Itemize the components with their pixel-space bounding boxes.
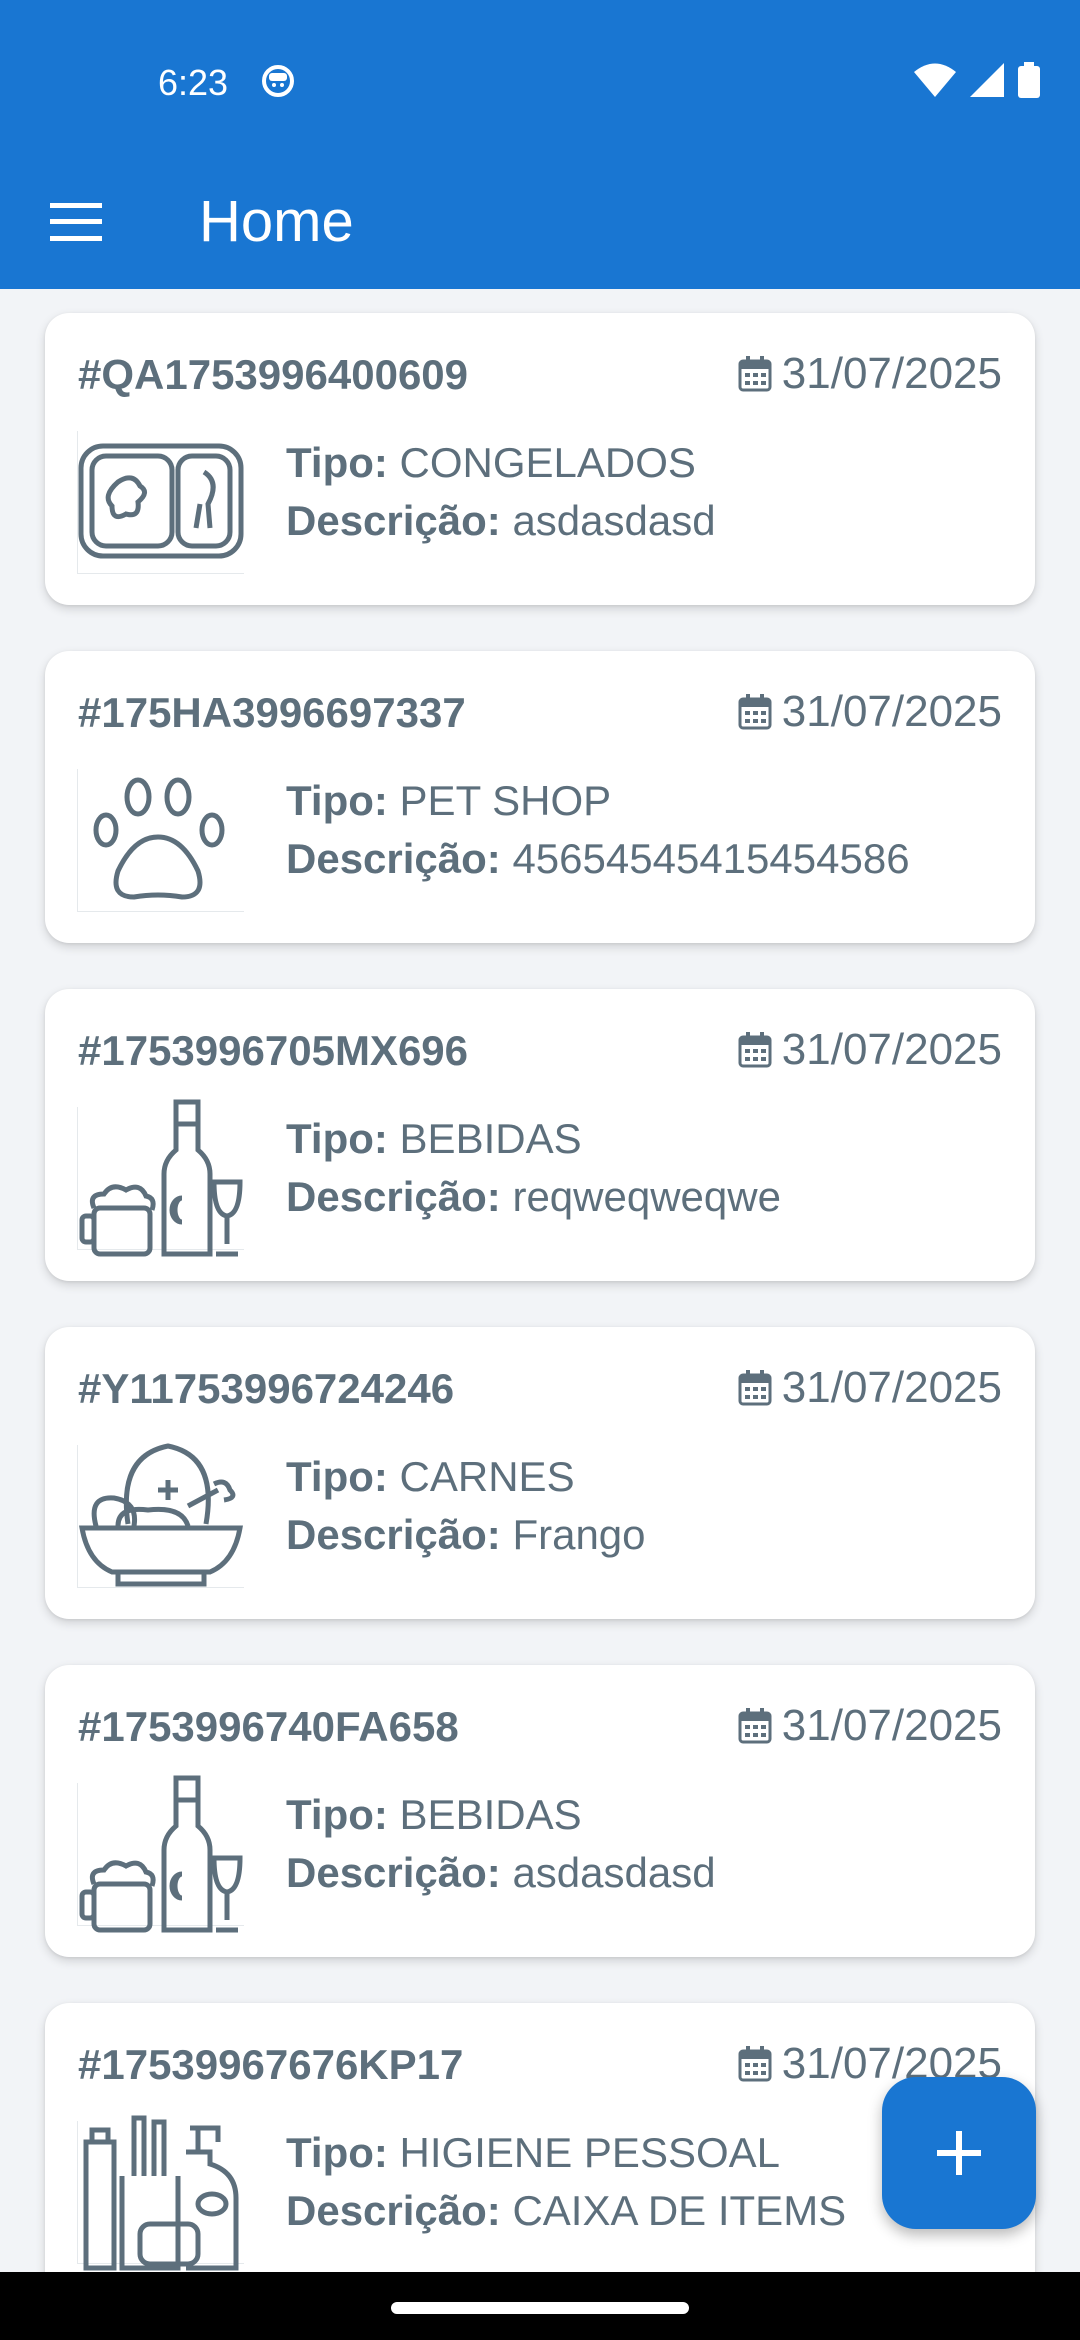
item-thumbnail (77, 769, 244, 912)
item-code: #QA1753996400609 (78, 351, 469, 398)
item-date-text: 31/07/2025 (781, 349, 1002, 398)
item-type-value: CONGELADOS (399, 439, 696, 486)
item-date: 31/07/2025 (738, 1025, 1002, 1075)
item-thumbnail (77, 431, 244, 574)
list-item[interactable]: #175HA3996697337 31/07/2025 Tipo: PET SH… (45, 651, 1035, 943)
item-code: #1753996705MX696 (78, 1027, 469, 1074)
item-type-value: PET SHOP (399, 777, 612, 824)
page-title: Home (199, 189, 354, 254)
item-type: Tipo: PET SHOP (286, 777, 612, 824)
app-bar: 6:23 Home (0, 0, 1080, 289)
item-description: Descrição: Frango (286, 1511, 646, 1558)
toolbar: Home (0, 170, 1080, 289)
item-type-value: BEBIDAS (399, 1115, 582, 1162)
home-gesture-handle[interactable] (391, 2302, 689, 2314)
item-thumbnail (77, 1775, 244, 1933)
item-type: Tipo: CONGELADOS (286, 439, 696, 486)
item-thumbnail (77, 1099, 244, 1257)
item-code: #Y11753996724246 (78, 1365, 455, 1412)
hamburger-menu-icon (50, 203, 102, 241)
item-type: Tipo: HIGIENE PESSOAL (286, 2129, 781, 2176)
calendar-icon (738, 694, 772, 730)
list-item[interactable]: #Y11753996724246 31/07/2025 Tipo: CARNES… (45, 1327, 1035, 1619)
item-description-value: Frango (512, 1511, 646, 1558)
item-type-value: BEBIDAS (399, 1791, 582, 1838)
item-description-value: 45654545415454586 (512, 835, 910, 882)
calendar-icon (738, 1708, 772, 1744)
item-description-value: asdasdasd (512, 497, 716, 544)
plus-icon (937, 2131, 981, 2175)
battery-icon (1018, 62, 1040, 98)
frozen-food-icon (78, 443, 244, 559)
item-date-text: 31/07/2025 (781, 687, 1002, 736)
item-date: 31/07/2025 (738, 687, 1002, 737)
item-description-value: CAIXA DE ITEMS (512, 2187, 847, 2234)
item-type: Tipo: CARNES (286, 1453, 575, 1500)
item-thumbnail (77, 2115, 244, 2271)
item-description: Descrição: asdasdasd (286, 497, 716, 544)
item-type: Tipo: BEBIDAS (286, 1791, 582, 1838)
drinks-icon (79, 1099, 243, 1257)
system-navigation-bar (0, 2272, 1080, 2340)
item-description: Descrição: 45654545415454586 (286, 835, 910, 882)
item-type-value: CARNES (399, 1453, 575, 1500)
wifi-icon (914, 63, 956, 97)
item-description: Descrição: asdasdasd (286, 1849, 716, 1896)
status-bar: 6:23 (0, 0, 1080, 170)
app-notification-icon (262, 65, 294, 97)
add-button[interactable] (882, 2077, 1036, 2229)
item-type: Tipo: BEBIDAS (286, 1115, 582, 1162)
item-type-value: HIGIENE PESSOAL (399, 2129, 781, 2176)
orders-list[interactable]: #QA1753996400609 31/07/2025 Tipo: CONGEL… (0, 289, 1080, 2272)
item-thumbnail (77, 1443, 244, 1588)
calendar-icon (738, 2046, 772, 2082)
item-description: Descrição: reqweqweqwe (286, 1173, 781, 1220)
meat-bowl-icon (79, 1443, 243, 1587)
signal-icon (970, 63, 1004, 97)
menu-button[interactable] (46, 192, 106, 252)
calendar-icon (738, 356, 772, 392)
item-description-value: asdasdasd (512, 1849, 716, 1896)
status-time: 6:23 (158, 62, 229, 103)
list-item[interactable]: #1753996740FA658 31/07/2025 Tipo: BEBIDA… (45, 1665, 1035, 1957)
item-date: 31/07/2025 (738, 349, 1002, 399)
item-code: #175HA3996697337 (78, 689, 466, 736)
item-date-text: 31/07/2025 (781, 1363, 1002, 1412)
drinks-icon (79, 1775, 243, 1933)
item-date-text: 31/07/2025 (781, 1025, 1002, 1074)
calendar-icon (738, 1370, 772, 1406)
list-item[interactable]: #QA1753996400609 31/07/2025 Tipo: CONGEL… (45, 313, 1035, 605)
paw-icon (93, 777, 225, 900)
calendar-icon (738, 1032, 772, 1068)
item-description-value: reqweqweqwe (512, 1173, 781, 1220)
item-date-text: 31/07/2025 (781, 1701, 1002, 1750)
item-date: 31/07/2025 (738, 1363, 1002, 1413)
list-item[interactable]: #1753996705MX696 31/07/2025 Tipo: BEBIDA… (45, 989, 1035, 1281)
hygiene-icon (83, 2115, 239, 2271)
item-code: #1753996740FA658 (78, 1703, 459, 1750)
item-description: Descrição: CAIXA DE ITEMS (286, 2187, 847, 2234)
item-code: #17539967676KP17 (78, 2041, 464, 2088)
item-date: 31/07/2025 (738, 1701, 1002, 1751)
